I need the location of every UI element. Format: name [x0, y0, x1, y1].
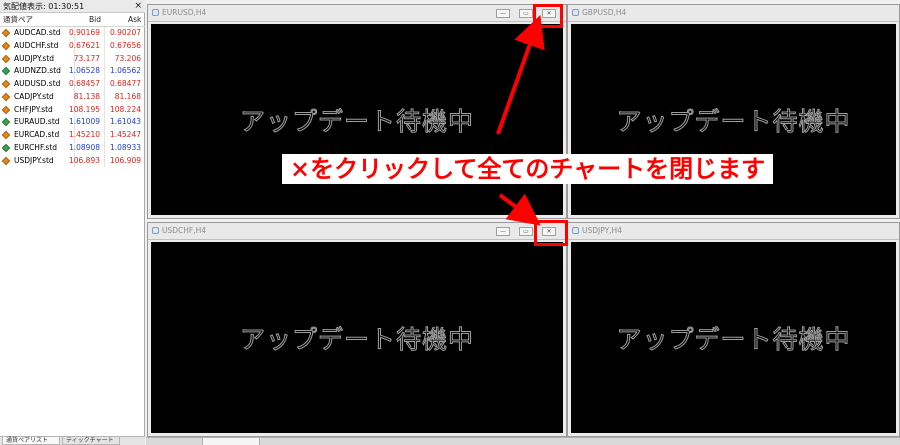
arrow-down: [498, 193, 541, 226]
annotation-arrows: [496, 14, 545, 226]
arrow-up: [496, 14, 545, 135]
instruction-caption: ×をクリックして全てのチャートを閉じます: [282, 154, 774, 184]
